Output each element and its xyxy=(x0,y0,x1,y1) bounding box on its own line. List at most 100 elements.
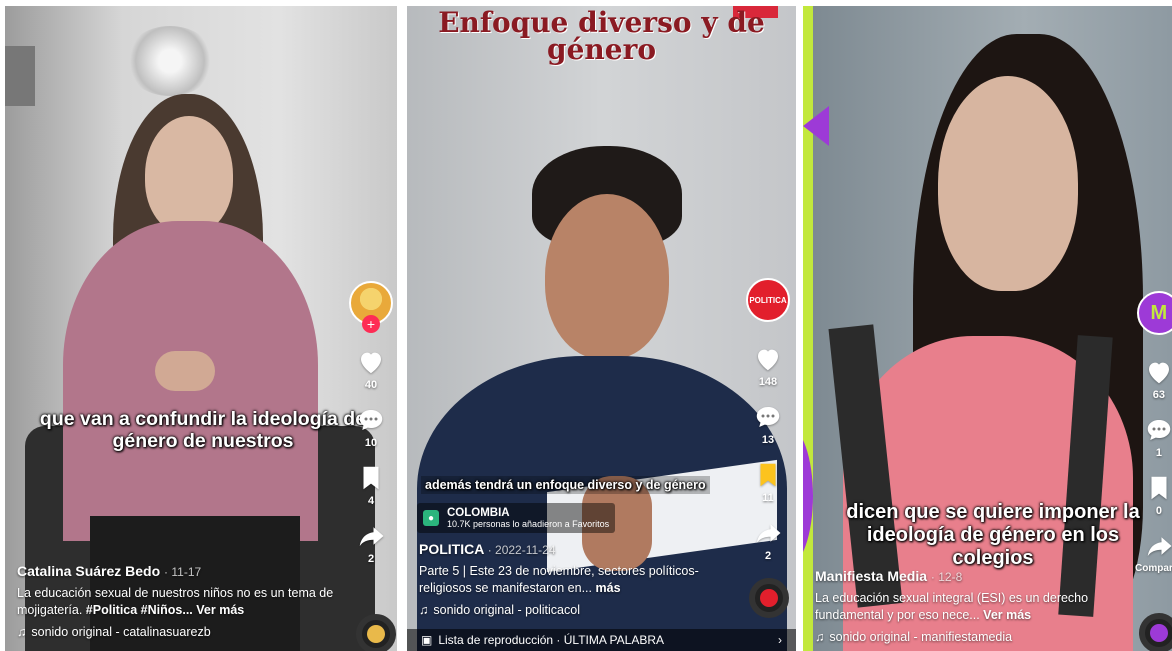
comment-button[interactable]: 10 xyxy=(356,405,386,449)
action-rail: + 40 10 4 2 xyxy=(349,281,393,565)
music-disc[interactable] xyxy=(356,614,396,651)
description-text: Este 23 de noviembre, sectores políticos… xyxy=(419,564,699,595)
hands xyxy=(155,351,215,391)
post-date: · 12-8 xyxy=(930,570,963,584)
disc-avatar xyxy=(367,625,385,643)
hashtags[interactable]: #Politica #Niños... xyxy=(86,603,193,617)
creator-avatar[interactable]: POLITICA xyxy=(746,278,790,322)
save-button[interactable]: 11 xyxy=(753,460,783,504)
sound-label[interactable]: sonido original - politicacol xyxy=(433,603,580,617)
comment-icon xyxy=(1147,420,1171,440)
share-button[interactable]: Compartir xyxy=(1135,531,1172,574)
chevron-right-icon: › xyxy=(778,633,782,647)
sound-row[interactable]: ♫ sonido original - politicacol xyxy=(419,603,736,617)
like-button[interactable]: 63 xyxy=(1144,357,1172,401)
like-count: 148 xyxy=(758,376,778,388)
part-label: Parte 5 xyxy=(419,564,460,578)
follow-plus-icon[interactable]: + xyxy=(362,315,380,333)
post-date: · 2022-11-24 xyxy=(487,543,556,557)
share-count: 2 xyxy=(367,553,375,565)
avatar-label: M xyxy=(1150,301,1168,324)
share-count: 2 xyxy=(764,550,772,562)
subtitle-caption: dicen que se quiere imponer la ideología… xyxy=(846,501,1140,569)
creator-avatar[interactable]: M xyxy=(1136,291,1172,335)
avatar-label: POLITICA xyxy=(749,295,787,305)
comment-button[interactable]: 1 xyxy=(1144,415,1172,459)
description-text: La educación sexual integral (ESI) es un… xyxy=(815,591,1089,622)
sound-row[interactable]: ♫ sonido original - manifiestamedia xyxy=(815,630,1102,644)
save-button[interactable]: 0 xyxy=(1144,473,1172,517)
music-note-icon: ♫ xyxy=(419,602,429,617)
bookmark-icon xyxy=(363,466,379,490)
author-name[interactable]: Manifiesta Media · 12-8 xyxy=(815,568,1102,584)
video-description: La educación sexual de nuestros niños no… xyxy=(17,585,337,619)
sound-label[interactable]: sonido original - manifiestamedia xyxy=(829,630,1012,644)
music-disc[interactable] xyxy=(749,578,789,618)
location-name: COLOMBIA xyxy=(447,507,510,519)
share-arrow-icon xyxy=(756,524,781,543)
disc-avatar xyxy=(1150,624,1168,642)
save-button[interactable]: 4 xyxy=(356,463,386,507)
location-card[interactable]: ● COLOMBIA 10.7K personas lo añadieron a… xyxy=(417,503,616,533)
see-more-link[interactable]: más xyxy=(596,581,621,595)
post-date: · 11-17 xyxy=(164,565,202,579)
video-panel-1[interactable]: que van a confundir la ideología de géne… xyxy=(5,6,397,651)
playlist-icon: ▣ xyxy=(421,633,433,647)
bookmark-icon xyxy=(760,463,776,487)
video-panel-2[interactable]: Enfoque diverso y de género además tendr… xyxy=(407,6,796,651)
save-count: 4 xyxy=(367,495,375,507)
video-description: Parte 5 | Este 23 de noviembre, sectores… xyxy=(419,564,699,595)
orchid-plant xyxy=(125,26,215,96)
save-count: 11 xyxy=(762,492,774,504)
video-info: Catalina Suárez Bedo · 11-17 La educació… xyxy=(17,563,337,639)
face xyxy=(938,76,1078,291)
music-note-icon: ♫ xyxy=(815,629,825,644)
subtitle-caption: además tendrá un enfoque diverso y de gé… xyxy=(421,476,710,495)
comment-count: 1 xyxy=(1155,447,1162,459)
playlist-label: Lista de reproducción · ÚLTIMA PALABRA xyxy=(438,633,664,647)
video-panel-3[interactable]: dicen que se quiere imponer la ideología… xyxy=(803,6,1172,651)
share-arrow-icon xyxy=(1147,537,1172,556)
comment-icon xyxy=(756,407,780,427)
like-count: 63 xyxy=(1152,389,1166,401)
music-note-icon: ♫ xyxy=(17,624,27,639)
video-description: La educación sexual integral (ESI) es un… xyxy=(815,590,1102,624)
share-arrow-icon xyxy=(359,527,384,546)
location-pin-icon: ● xyxy=(423,510,439,526)
heart-icon xyxy=(758,349,778,371)
comment-count: 10 xyxy=(364,437,378,449)
like-count: 40 xyxy=(364,379,378,391)
author-name[interactable]: Catalina Suárez Bedo · 11-17 xyxy=(17,563,337,579)
see-more-link[interactable]: Ver más xyxy=(196,603,244,617)
video-info: POLITICA · 2022-11-24 Parte 5 | Este 23 … xyxy=(419,541,736,617)
face xyxy=(145,116,233,234)
music-disc[interactable] xyxy=(1139,613,1172,651)
share-button[interactable]: 2 xyxy=(356,521,386,565)
share-button[interactable]: 2 xyxy=(753,518,783,562)
header-title: Enfoque diverso y de género xyxy=(438,6,765,66)
action-rail: M 63 1 0 Compartir xyxy=(1135,291,1172,574)
save-count: 0 xyxy=(1155,505,1162,517)
disc-avatar xyxy=(760,589,778,607)
location-subtitle: 10.7K personas lo añadieron a Favoritos xyxy=(447,519,610,529)
face xyxy=(545,194,669,359)
comment-count: 13 xyxy=(761,434,775,446)
sound-row[interactable]: ♫ sonido original - catalinasuarezb xyxy=(17,625,337,639)
share-label: Compartir xyxy=(1135,563,1172,574)
playlist-bar[interactable]: ▣ Lista de reproducción · ÚLTIMA PALABRA… xyxy=(407,629,796,651)
author-name[interactable]: POLITICA · 2022-11-24 xyxy=(419,541,736,557)
comment-icon xyxy=(359,410,383,430)
action-rail: POLITICA 148 13 11 2 xyxy=(746,278,790,562)
see-more-link[interactable]: Ver más xyxy=(983,608,1031,622)
video-info: Manifiesta Media · 12-8 La educación sex… xyxy=(815,568,1102,644)
bookmark-icon xyxy=(1151,476,1167,500)
like-button[interactable]: 148 xyxy=(753,344,783,388)
heart-icon xyxy=(361,352,381,374)
author-label[interactable]: Manifiesta Media xyxy=(815,568,927,584)
comment-button[interactable]: 13 xyxy=(753,402,783,446)
like-button[interactable]: 40 xyxy=(356,347,386,391)
author-label[interactable]: Catalina Suárez Bedo xyxy=(17,563,160,579)
wall-frame xyxy=(5,46,35,106)
sound-label[interactable]: sonido original - catalinasuarezb xyxy=(31,625,210,639)
author-label[interactable]: POLITICA xyxy=(419,541,484,557)
